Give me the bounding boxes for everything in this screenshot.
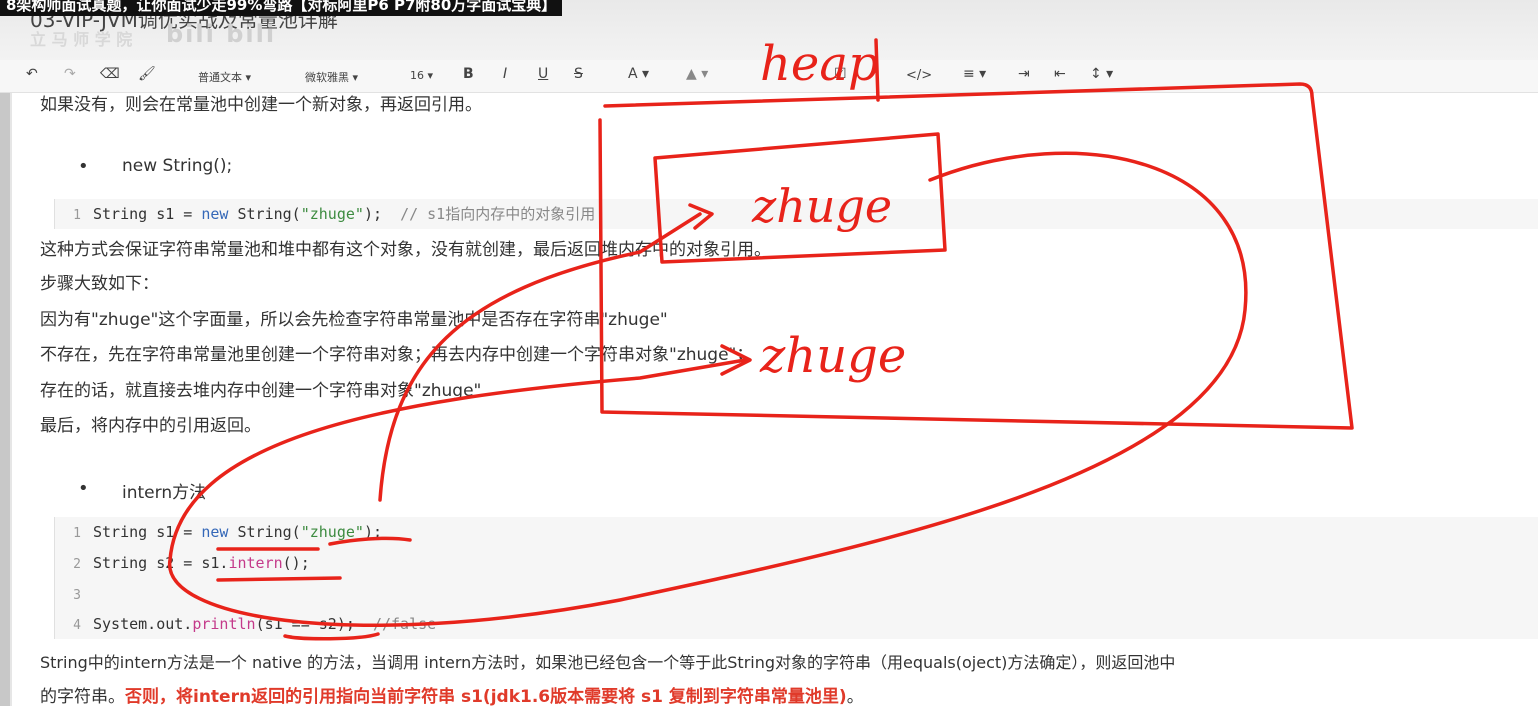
paragraph: 不存在，先在字符串常量池里创建一个字符串对象；再去内存中创建一个字符串对象"zh… [40,345,754,365]
code-text: ); [363,205,401,223]
paragraph: 步骤大致如下： [40,274,159,294]
code-text: ); [363,523,382,541]
bilibili-watermark: bili bili [166,20,277,48]
code-text: String( [228,523,301,541]
paragraph-text: 的字符串。 [40,687,125,707]
italic-button[interactable]: I [503,66,507,82]
strikethrough-button[interactable]: S [574,66,583,82]
code-line: 1 String s1 = new String("zhuge"); // s1指… [55,202,595,226]
line-number: 1 [73,208,81,223]
code-line: 4 System.out.println(s1 == s2); //false [55,612,436,636]
code-comment: // s1指向内存中的对象引用 [400,205,596,223]
code-comment: //false [372,615,437,633]
code-text: String s1 = [93,523,202,541]
code-function: println [192,615,256,633]
font-size-select[interactable]: 16 ▾ [410,69,433,82]
paragraph: 这种方式会保证字符串常量池和堆中都有这个对象，没有就创建，最后返回堆内存中的对象… [40,240,771,260]
paragraph: 的字符串。否则，将intern返回的引用指向当前字符串 s1(jdk1.6版本需… [40,682,864,707]
bullet-dot: • [78,156,89,177]
code-block[interactable]: 1 String s1 = new String("zhuge"); // s1指… [54,199,1538,229]
code-text: (s1 == s2); [255,615,373,633]
line-number: 3 [73,588,81,603]
paragraph-select[interactable]: 普通文本 ▾ [198,69,251,85]
bullet-item: new String(); [122,156,233,176]
highlighted-text: 否则，将intern返回的引用指向当前字符串 s1(jdk1.6版本需要将 s1… [125,687,847,707]
code-string: "zhuge" [300,205,364,223]
redo-icon[interactable]: ↷ [64,66,76,82]
underline-button[interactable]: U [538,66,548,82]
paragraph: 最后，将内存中的引用返回。 [40,416,261,436]
code-line: 3 [55,582,93,606]
code-string: "zhuge" [300,523,364,541]
line-number: 1 [73,526,81,541]
outdent-icon[interactable]: ⇤ [1054,66,1066,82]
code-icon[interactable]: </> [906,68,932,83]
code-text: String( [228,205,301,223]
code-line: 2 String s2 = s1.intern(); [55,551,310,575]
bold-button[interactable]: B [463,66,474,82]
list-button[interactable]: ≡ ▾ [963,66,986,82]
title-bar: 03-VIP-JVM调优实战及常量池详解 立 马 师 学 院 bili bili… [0,0,1538,60]
watermark: 立 马 师 学 院 [30,30,133,49]
bullet-dot: • [78,478,89,499]
paragraph: 存在的话，就直接去堆内存中创建一个字符串对象"zhuge" [40,381,482,401]
code-block[interactable]: 1 String s1 = new String("zhuge"); 2 Strin… [54,517,1538,639]
line-number: 4 [73,618,81,633]
format-painter-icon[interactable]: 🖌 [138,66,156,82]
code-text: (); [282,554,310,572]
indent-icon[interactable]: ⇥ [1018,66,1030,82]
paragraph-text: 。 [846,687,864,707]
document-content: 如果没有，则会在常量池中创建一个新对象，再返回引用。 • new String(… [0,93,1538,707]
code-function: intern [228,554,283,572]
code-text: String s1 = [93,205,202,223]
checkbox-icon[interactable]: ☑ [834,66,847,82]
font-color-button[interactable]: A ▾ [628,66,649,82]
paragraph: String中的intern方法是一个 native 的方法，当调用 inter… [40,653,1176,672]
line-number: 2 [73,557,81,572]
highlight-button[interactable]: ▲ ▾ [686,66,708,82]
quote-icon[interactable]: ❝ [872,66,880,82]
paragraph: 如果没有，则会在常量池中创建一个新对象，再返回引用。 [40,95,482,115]
font-family-select[interactable]: 微软雅黑 ▾ [305,69,358,85]
code-keyword: new [201,523,229,541]
code-keyword: new [201,205,229,223]
paragraph: 因为有"zhuge"这个字面量，所以会先检查字符串常量池中是否存在字符串"zhu… [40,310,668,330]
line-height-button[interactable]: ↕ ▾ [1090,66,1113,82]
undo-icon[interactable]: ↶ [26,66,38,82]
code-line: 1 String s1 = new String("zhuge"); [55,520,382,544]
code-text: System.out. [93,615,193,633]
video-banner: 8架构师面试真题，让你面试少走99%弯路【对标阿里P6 P7附80万字面试宝典】 [0,0,563,16]
code-text: String s2 = s1. [93,554,229,572]
clear-format-icon[interactable]: ⌫ [100,66,120,82]
bullet-item: intern方法 [122,483,207,503]
